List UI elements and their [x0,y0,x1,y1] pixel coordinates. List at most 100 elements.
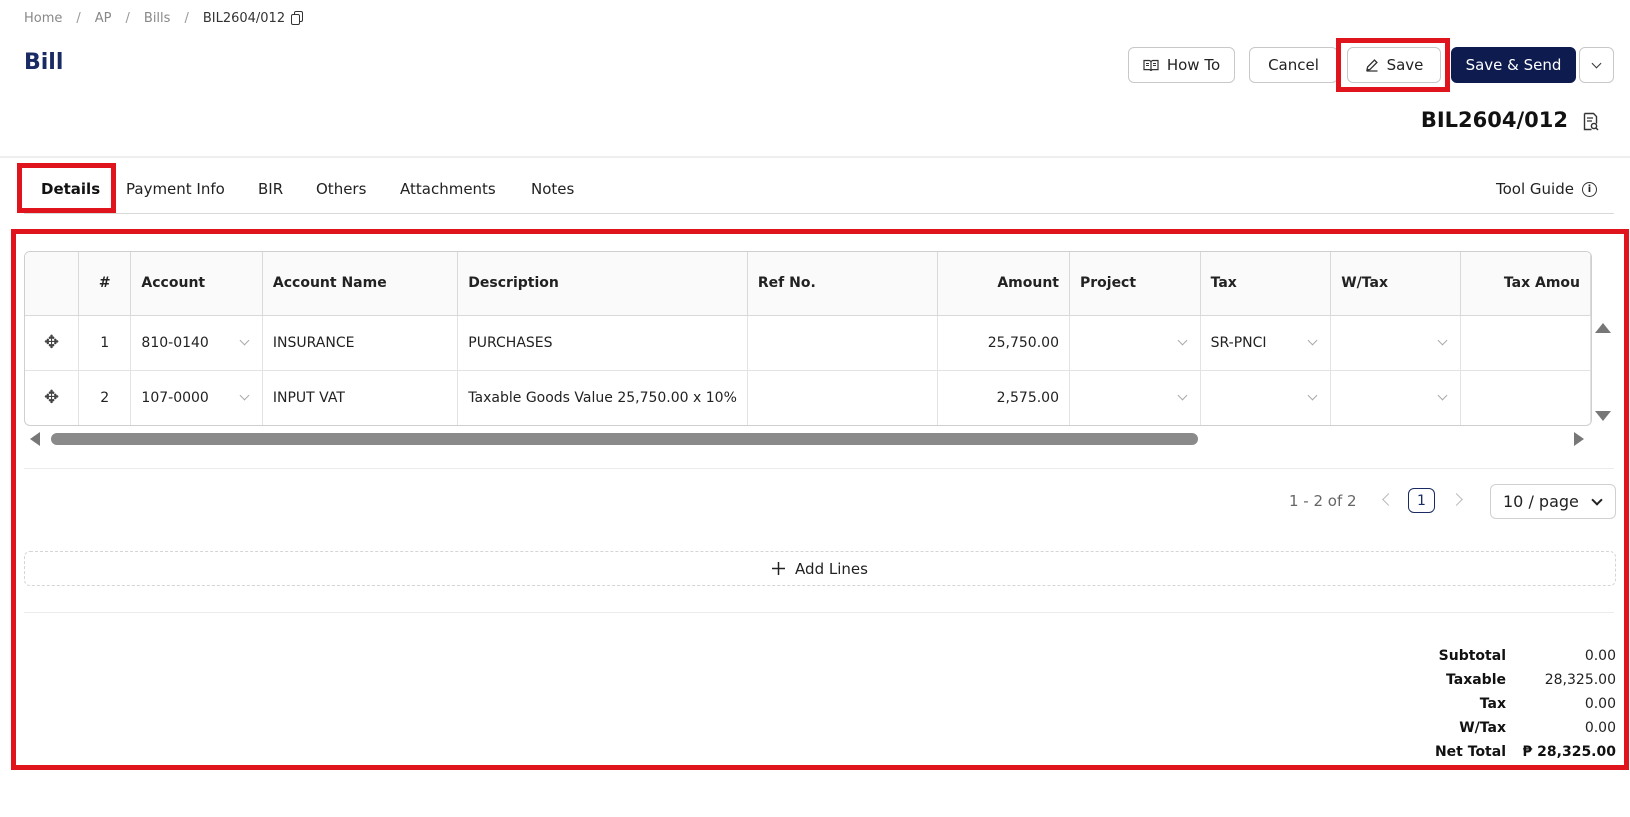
amount-cell[interactable]: 25,750.00 [937,315,1070,371]
tool-guide-link[interactable]: Tool Guide i [1496,180,1597,198]
wtax-select[interactable] [1330,370,1462,425]
scroll-up-arrow[interactable] [1595,323,1611,333]
add-lines-button[interactable]: Add Lines [24,551,1616,586]
tool-guide-label: Tool Guide [1496,180,1574,198]
copy-icon[interactable] [291,11,304,25]
chevron-down-icon [1437,335,1448,345]
tax-value: 0.00 [1584,696,1616,712]
tax-select[interactable]: SR-PNCI [1200,315,1332,371]
scroll-down-arrow[interactable] [1595,411,1611,421]
table-row: ✥ 1 810-0140 INSURANCE PURCHASES 25,750.… [25,315,1591,371]
net-total-label: Net Total [1434,744,1506,760]
page-title: Bill [24,50,64,75]
account-select[interactable]: 810-0140 [130,315,263,371]
column-header-project: Project [1069,252,1201,316]
tax-amount-cell[interactable] [1460,370,1591,425]
tab-details[interactable]: Details [41,180,100,198]
taxable-label: Taxable [1446,672,1506,688]
column-header-account: Account [130,252,263,316]
wtax-row: W/Tax 0.00 [1380,716,1616,740]
plus-icon [772,562,786,575]
prev-page-arrow[interactable] [1382,493,1395,506]
header-divider [0,156,1630,158]
breadcrumb-separator: / [125,10,130,26]
tab-notes[interactable]: Notes [531,180,574,198]
tab-bir[interactable]: BIR [258,180,283,198]
how-to-button[interactable]: How To [1128,47,1235,83]
tax-amount-cell[interactable] [1460,315,1591,371]
subtotal-label: Subtotal [1438,648,1506,664]
row-number: 2 [78,370,132,425]
tab-attachments[interactable]: Attachments [400,180,496,198]
description-cell[interactable]: PURCHASES [457,315,748,371]
subtotal-row: Subtotal 0.00 [1380,644,1616,668]
wtax-value: 0.00 [1584,720,1616,736]
next-page-arrow[interactable] [1450,493,1463,506]
table-row: ✥ 2 107-0000 INPUT VAT Taxable Goods Val… [25,370,1591,425]
add-lines-label: Add Lines [795,559,868,578]
tab-payment-info[interactable]: Payment Info [126,180,225,198]
tax-select[interactable] [1200,370,1332,425]
scroll-right-arrow[interactable] [1574,432,1584,446]
move-icon: ✥ [43,387,60,408]
current-page-button[interactable]: 1 [1408,488,1435,513]
row-drag-handle[interactable]: ✥ [25,315,80,371]
row-drag-handle[interactable]: ✥ [25,370,80,425]
table-header-row: # Account Account Name Description Ref N… [25,252,1591,316]
account-name-cell[interactable]: INSURANCE [262,315,459,371]
document-search-icon[interactable] [1583,112,1599,132]
account-select[interactable]: 107-0000 [130,370,263,425]
how-to-label: How To [1166,56,1221,74]
breadcrumb: Home / AP / Bills / BIL2604/012 [24,8,304,28]
account-value: 107-0000 [141,389,209,406]
breadcrumb-ap[interactable]: AP [95,11,112,26]
scroll-left-arrow[interactable] [30,432,40,446]
column-header-ref-no: Ref No. [747,252,939,316]
column-header-description: Description [457,252,748,316]
breadcrumb-current: BIL2604/012 [202,10,286,26]
chevron-down-icon [239,335,250,345]
chevron-down-icon [1437,390,1448,400]
page-size-value: 10 / page [1503,492,1579,511]
breadcrumb-separator: / [184,10,189,26]
account-name-cell[interactable]: INPUT VAT [262,370,459,425]
subtotal-value: 0.00 [1584,648,1616,664]
breadcrumb-bills[interactable]: Bills [144,11,171,26]
row-number: 1 [78,315,132,371]
horizontal-scrollbar-thumb[interactable] [51,433,1198,445]
tax-label: Tax [1479,696,1506,712]
save-and-send-button[interactable]: Save & Send [1451,47,1576,83]
save-label: Save [1386,56,1424,74]
page-size-select[interactable]: 10 / page [1490,484,1616,519]
column-header-amount: Amount [937,252,1070,316]
tax-row: Tax 0.00 [1380,692,1616,716]
move-icon: ✥ [43,332,60,353]
description-cell[interactable]: Taxable Goods Value 25,750.00 x 10% [457,370,748,425]
ref-no-cell[interactable] [747,315,939,371]
chevron-down-icon [1177,390,1188,400]
breadcrumb-home[interactable]: Home [24,11,62,26]
column-header-tax-amount: Tax Amou [1460,252,1591,316]
tabs-divider [24,213,1614,214]
project-select[interactable] [1069,370,1201,425]
totals-summary: Subtotal 0.00 Taxable 28,325.00 Tax 0.00… [1380,644,1616,764]
amount-cell[interactable]: 2,575.00 [937,370,1070,425]
more-actions-dropdown[interactable] [1579,47,1614,83]
ref-no-cell[interactable] [747,370,939,425]
cancel-button[interactable]: Cancel [1249,47,1338,83]
chevron-down-icon [1591,494,1603,506]
book-icon [1143,59,1159,71]
pencil-icon [1365,59,1378,72]
bill-lines-table: # Account Account Name Description Ref N… [25,252,1591,425]
column-header-account-name: Account Name [262,252,459,316]
net-total-value: ₱ 28,325.00 [1522,744,1616,760]
document-number: BIL2604/012 [1420,108,1568,132]
pagination-range: 1 - 2 of 2 [1289,492,1357,510]
tab-others[interactable]: Others [316,180,366,198]
project-select[interactable] [1069,315,1201,371]
wtax-select[interactable] [1330,315,1462,371]
section-divider [24,612,1614,613]
wtax-label: W/Tax [1459,720,1506,736]
save-button[interactable]: Save [1347,47,1441,83]
breadcrumb-separator: / [76,10,81,26]
